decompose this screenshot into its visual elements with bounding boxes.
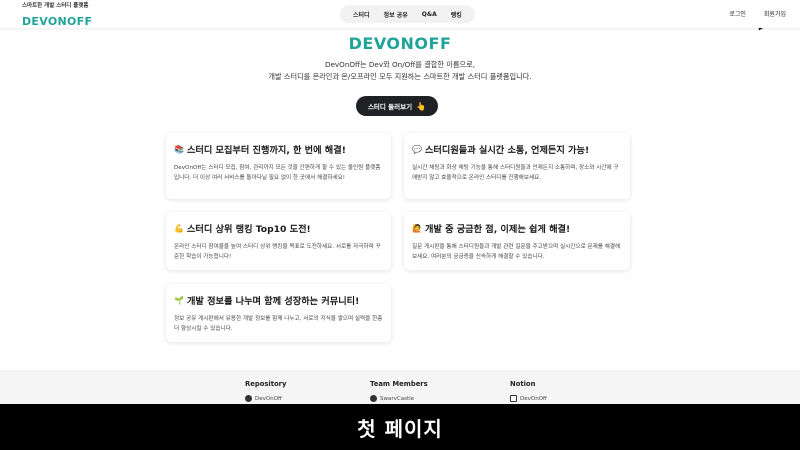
top-header: 스마트한 개발 스터디 플랫폼 DEVONOFF 스터디 정보 공유 Q&A 랭… [0,0,800,28]
notion-link[interactable]: DevOnOff [510,395,547,402]
nav-ranking[interactable]: 랭킹 [444,10,469,19]
books-icon: 📚 [174,144,184,154]
nav-qna[interactable]: Q&A [415,11,444,18]
speech-bubble-icon: 💬 [412,144,422,154]
feature-card-desc: 온라인 스터디 참여율을 높여 스터디 상위 랭킹을 목표로 도전하세요. 서로… [174,244,381,260]
feature-card-title: 스터디 모집부터 진행까지, 한 번에 해결! [186,145,346,156]
notion-icon [510,395,517,402]
video-caption-bar: 첫 페이지 [0,404,800,450]
feature-card-desc: DevOnOff는 스터디 모집, 참여, 관리까지 모든 것을 간편하게 할 … [174,165,381,181]
feature-card-chat: 💬 스터디원들과 실시간 소통, 언제든지 가능! 실시간 채팅과 화상 채팅 … [404,133,630,199]
feature-card-title: 스터디 상위 랭킹 Top10 도전! [186,224,311,235]
hero-logo: DEVONOFF [348,34,452,53]
feature-card-desc: 정보 공유 게시판에서 유용한 개발 정보를 함께 나누고, 서로의 지식을 쌓… [174,316,383,332]
feature-card-qna: 🙋 개발 중 궁금한 점, 이제는 쉽게 해결! 질문 게시판을 통해 스터디원… [404,212,630,270]
footer-notion: Notion DevOnOff [510,380,547,402]
footer-repository: Repository DevOnOff [245,380,286,402]
footer-team: Team Members SwarvCastle [370,380,428,402]
raised-hand-icon: 🙋 [412,223,422,233]
seedling-icon: 🌱 [174,295,184,305]
github-icon [370,395,377,402]
browse-study-label: 스터디 둘러보기 [367,103,413,111]
brand-logo[interactable]: 스마트한 개발 스터디 플랫폼 DEVONOFF [22,3,92,29]
feature-card-recruit: 📚 스터디 모집부터 진행까지, 한 번에 해결! DevOnOff는 스터디 … [166,133,391,199]
pointing-hand-icon: 👆 [416,101,427,111]
footer-heading: Repository [245,380,287,388]
hero-description-line1: DevOnOff는 Dev와 On/Off를 결합한 이름으로, [324,60,476,69]
signup-link[interactable]: 회원가입 [764,9,786,18]
main-nav: 스터디 정보 공유 Q&A 랭킹 [340,5,475,23]
auth-links: 로그인 회원가입 [711,9,786,18]
flexed-biceps-icon: 💪 [174,223,184,233]
feature-card-ranking: 💪 스터디 상위 랭킹 Top10 도전! 온라인 스터디 참여율을 높여 스터… [166,212,391,270]
feature-card-title: 개발 중 궁금한 점, 이제는 쉽게 해결! [424,224,571,235]
feature-card-title: 개발 정보를 나누며 함께 성장하는 커뮤니티! [186,296,360,307]
site-footer: Repository DevOnOff Team Members SwarvCa… [0,370,800,404]
footer-heading: Team Members [370,380,428,388]
brand-tagline: 스마트한 개발 스터디 플랫폼 [22,3,89,9]
github-icon [245,395,252,402]
nav-info-share[interactable]: 정보 공유 [377,10,415,19]
login-link[interactable]: 로그인 [729,9,746,18]
browse-study-button[interactable]: 스터디 둘러보기 👆 [356,96,438,116]
feature-card-title: 스터디원들과 실시간 소통, 언제든지 가능! [424,145,590,156]
feature-card-desc: 실시간 채팅과 화상 채팅 기능을 통해 스터디원들과 언제든지 소통하며, 장… [412,165,619,181]
feature-card-desc: 질문 게시판을 통해 스터디원들과 개발 관련 질문을 주고받으며 실시간으로 … [412,244,621,260]
brand-wordmark[interactable]: DEVONOFF [22,15,92,28]
repository-link[interactable]: DevOnOff [245,395,286,402]
feature-card-community: 🌱 개발 정보를 나누며 함께 성장하는 커뮤니티! 정보 공유 게시판에서 유… [166,284,391,342]
nav-study[interactable]: 스터디 [346,10,377,19]
footer-heading: Notion [510,380,536,388]
hero-description-line2: 개발 스터디를 온라인과 온/오프라인 모두 지원하는 스마트한 개발 스터디 … [268,72,532,81]
video-caption: 첫 페이지 [357,416,443,441]
team-member-link[interactable]: SwarvCastle [370,395,428,402]
